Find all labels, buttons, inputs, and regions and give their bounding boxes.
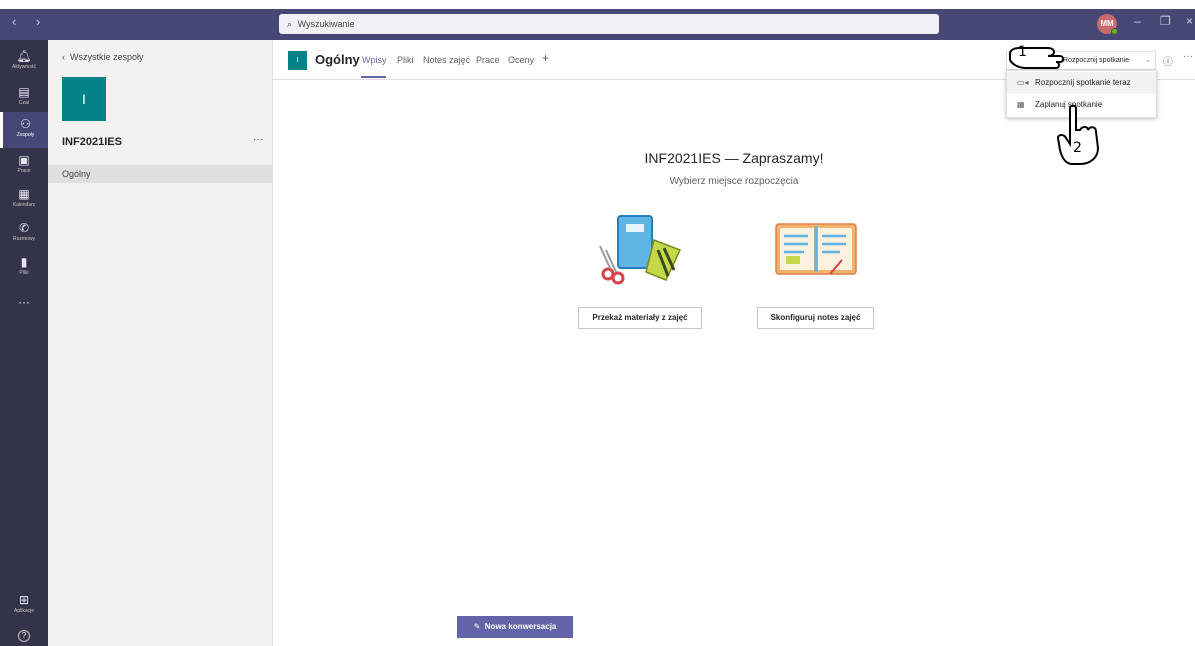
new-conversation-button[interactable]: ✎ Nowa konwersacja xyxy=(457,616,573,638)
compose-icon: ✎ xyxy=(473,622,485,631)
channel-title: Ogólny xyxy=(315,52,360,67)
files-icon: ▮ xyxy=(20,255,28,269)
rail-item-label: Zespoły xyxy=(16,132,35,138)
team-more-button[interactable]: ··· xyxy=(253,134,263,145)
rail-item-activity[interactable]: 🔔︎ Aktywność xyxy=(0,44,48,80)
team-name: INF2021IES xyxy=(62,136,122,148)
channel-team-avatar: I xyxy=(288,51,307,70)
calendar-icon: ▦ xyxy=(1017,100,1025,109)
rail-item-files[interactable]: ▮ Pliki xyxy=(0,250,48,286)
rail-item-label: Aktywność xyxy=(12,64,36,70)
app-rail: 🔔︎ Aktywność ▤ Czat ⚇ Zespoły ▣ Prace ▦ … xyxy=(0,40,48,646)
rail-more-button[interactable]: ··· xyxy=(0,290,48,312)
materials-illustration xyxy=(599,215,682,285)
rail-item-label: Kalendarz xyxy=(12,202,36,208)
all-teams-label: Wszystkie zespoły xyxy=(70,52,144,62)
search-placeholder: Wyszukiwanie xyxy=(297,19,355,29)
restore-icon[interactable]: ❐ xyxy=(1160,14,1171,28)
notebook-illustration xyxy=(775,223,857,275)
all-teams-link[interactable]: ‹ Wszystkie zespoły xyxy=(62,52,144,62)
rail-item-apps[interactable]: ⊞ Aplikacje xyxy=(0,588,48,624)
rail-item-calendar[interactable]: ▦ Kalendarz xyxy=(0,182,48,218)
teams-icon: ⚇ xyxy=(20,117,31,131)
team-avatar: I xyxy=(62,77,106,121)
avatar-initials: MM xyxy=(1100,19,1114,28)
calendar-icon: ▦ xyxy=(18,187,30,201)
rail-item-label: Aplikacje xyxy=(13,608,34,614)
video-camera-icon: ▭◂ xyxy=(1017,78,1029,87)
step-number-2: 2 xyxy=(1073,140,1082,156)
new-conversation-label: Nowa konwersacja xyxy=(484,622,557,631)
bell-icon: 🔔︎ xyxy=(16,49,32,63)
pointing-hand-cursor-icon xyxy=(1009,47,1064,69)
chevron-left-icon: ‹ xyxy=(62,52,70,62)
rail-item-label: Czat xyxy=(18,100,30,106)
avatar[interactable]: MM xyxy=(1097,14,1118,35)
search-icon: ⌕ xyxy=(287,19,293,29)
setup-notebook-button[interactable]: Skonfiguruj notes zajęć xyxy=(757,307,874,329)
rail-help-button[interactable]: ? xyxy=(0,625,48,646)
back-arrow-icon[interactable]: ‹ xyxy=(12,14,24,29)
close-icon[interactable]: × xyxy=(1186,14,1193,28)
history-nav: ‹ › xyxy=(12,14,48,29)
channel-item-general[interactable]: Ogólny xyxy=(48,165,273,183)
assignments-icon: ▣ xyxy=(18,153,30,167)
title-bar: ‹ › ⌕ Wyszukiwanie MM – ❐ × xyxy=(0,0,1195,40)
active-tab-indicator xyxy=(361,76,386,78)
pointing-hand-cursor-icon xyxy=(1056,104,1100,165)
minimize-icon[interactable]: – xyxy=(1134,14,1141,28)
search-input[interactable]: ⌕ Wyszukiwanie xyxy=(279,14,939,34)
help-icon: ? xyxy=(18,630,30,642)
tab-files[interactable]: Pliki xyxy=(397,55,414,65)
team-panel: ‹ Wszystkie zespoły I INF2021IES ··· Ogó… xyxy=(48,40,273,646)
phone-icon: ✆ xyxy=(18,221,30,235)
tab-assignments[interactable]: Prace xyxy=(476,55,500,65)
info-icon[interactable]: ⓘ xyxy=(1163,53,1173,68)
meet-button-label: Rozpocznij spotkanie xyxy=(1063,57,1130,64)
rail-item-chat[interactable]: ▤ Czat xyxy=(0,80,48,116)
chevron-down-icon[interactable]: ⌄ xyxy=(1145,52,1151,69)
rail-item-label: Pliki xyxy=(19,270,29,276)
rail-item-label: Rozmowy xyxy=(13,236,35,242)
welcome-subtitle: Wybierz miejsce rozpoczęcia xyxy=(669,176,799,187)
rail-item-label: Prace xyxy=(17,168,31,174)
forward-arrow-icon[interactable]: › xyxy=(36,14,48,29)
more-options-icon[interactable]: ··· xyxy=(1183,51,1193,62)
rail-item-calls[interactable]: ✆ Rozmowy xyxy=(0,216,48,252)
apps-icon: ⊞ xyxy=(18,593,30,607)
share-materials-button[interactable]: Przekaż materiały z zajęć xyxy=(578,307,702,329)
rail-item-teams[interactable]: ⚇ Zespoły xyxy=(0,112,48,148)
menu-item-meet-now[interactable]: ▭◂ Rozpocznij spotkanie teraz xyxy=(1007,72,1156,94)
menu-item-label: Rozpocznij spotkanie teraz xyxy=(1035,78,1131,87)
teams-window: ‹ › ⌕ Wyszukiwanie MM – ❐ × 🔔︎ Aktywność… xyxy=(0,0,1195,646)
tab-posts[interactable]: Wpisy xyxy=(362,55,387,65)
presence-available-icon xyxy=(1111,28,1118,35)
window-top-edge xyxy=(0,0,1195,9)
step-number-1: 1 xyxy=(1018,44,1027,60)
tab-class-notebook[interactable]: Notes zajęć xyxy=(423,55,470,65)
rail-item-assignments[interactable]: ▣ Prace xyxy=(0,148,48,184)
tab-grades[interactable]: Oceny xyxy=(508,55,534,65)
more-icon: ··· xyxy=(18,295,30,309)
chat-icon: ▤ xyxy=(18,85,30,99)
add-tab-button[interactable]: + xyxy=(542,51,549,65)
